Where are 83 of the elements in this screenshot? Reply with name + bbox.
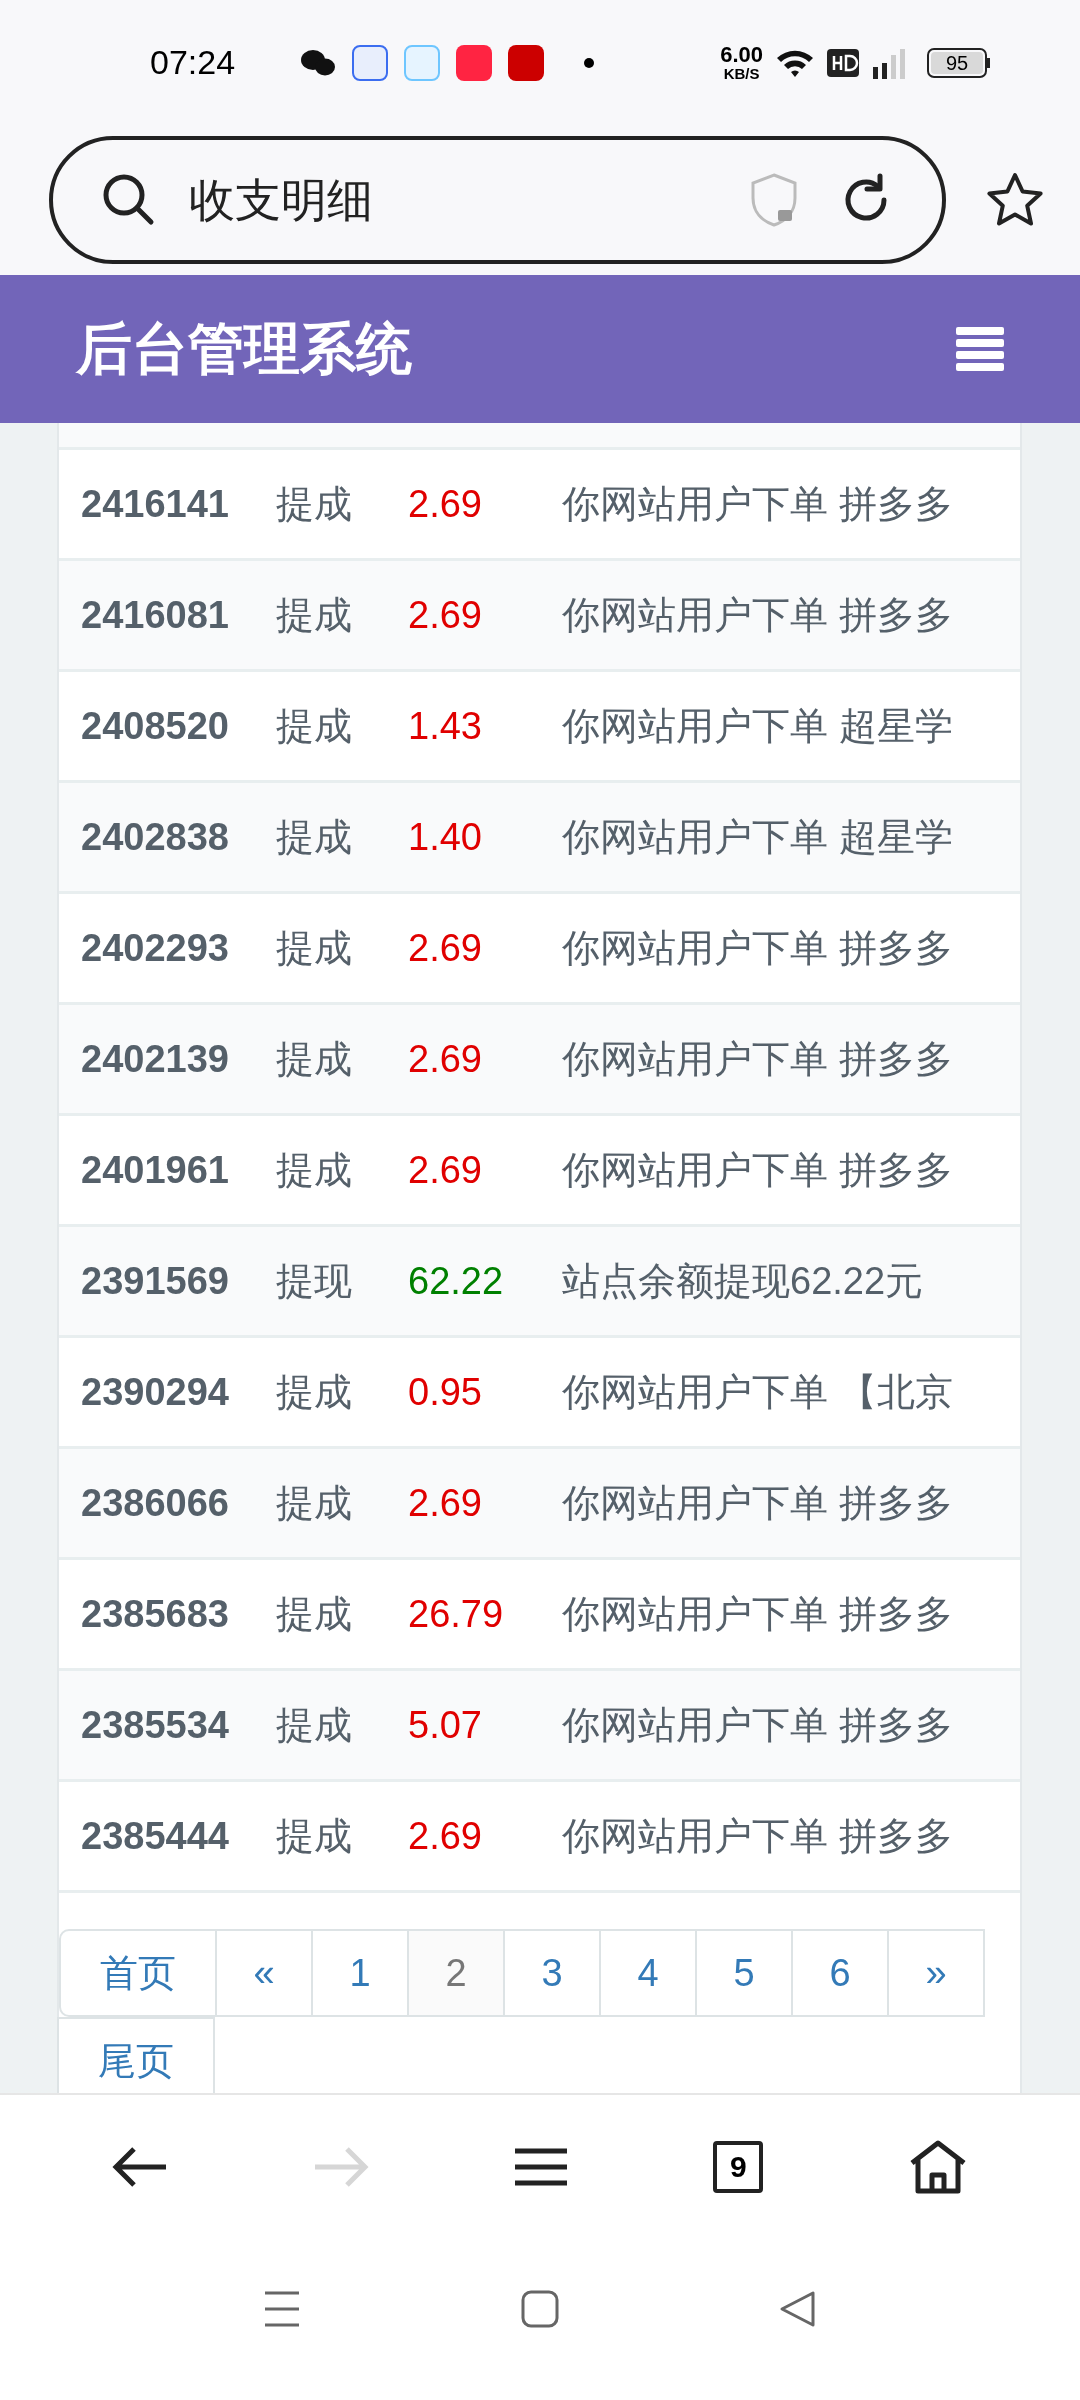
table-cell-text: 2.69: [408, 1147, 483, 1193]
app-icon: [404, 44, 440, 81]
table-cell-text: 提现: [276, 1258, 353, 1304]
chat-bubbles-icon: [300, 47, 336, 78]
table-cell-text: 你网站用户下单 拼多多: [562, 592, 953, 638]
table-cell-text: 你网站用户下单 拼多多: [562, 1591, 953, 1637]
table-cell-text: 你网站用户下单 【北京: [562, 1369, 953, 1415]
page-link[interactable]: 6: [791, 1929, 889, 2017]
app-icon: [352, 44, 388, 81]
table-cell-text: 2401961: [80, 1147, 230, 1193]
table-cell-text: 2402139: [80, 1036, 230, 1082]
page-link[interactable]: 1: [311, 1929, 409, 2017]
address-field[interactable]: 收支明细: [49, 136, 946, 264]
table-cell-text: 2385444: [80, 1813, 230, 1859]
battery-indicator: 95: [927, 47, 990, 78]
table-cell-text: 你网站用户下单 超星学: [562, 703, 953, 749]
table-cell-text: 26.79: [408, 1591, 505, 1637]
table-cell-text: 你网站用户下单 拼多多: [562, 1147, 953, 1193]
home-button-icon[interactable]: [521, 2290, 559, 2328]
table-cell-text: 提成: [276, 481, 353, 527]
page-link[interactable]: 2: [407, 1929, 505, 2017]
table-cell-text: 站点余额提现62.22元: [562, 1258, 924, 1304]
net-speed: 6.00: [720, 44, 763, 66]
table-cell-text: 2.69: [408, 1480, 483, 1526]
table-cell-text: 2.69: [408, 1036, 483, 1082]
back-icon[interactable]: [779, 2290, 817, 2328]
table-cell-text: 2402838: [80, 814, 230, 860]
table-cell-text: 62.22: [408, 1258, 505, 1304]
header-title: 后台管理系统: [76, 316, 412, 382]
table-cell-text: 2416141: [80, 481, 230, 527]
app-icon: [456, 44, 492, 81]
table-cell-text: 2.69: [408, 1813, 483, 1859]
tab-count-button[interactable]: 9: [713, 2140, 764, 2193]
table-cell-text: 2386066: [80, 1480, 230, 1526]
table-cell-text: 1.40: [408, 814, 483, 860]
table-cell-text: 2.69: [408, 925, 483, 971]
table-cell-text: 5.07: [408, 1702, 483, 1748]
table-cell-text: 2390294: [80, 1369, 230, 1415]
table-cell-text: 提成: [276, 925, 353, 971]
cell-signal-icon: [871, 46, 907, 79]
table-cell-text: 2.69: [408, 592, 483, 638]
table-cell-text: 2.69: [408, 481, 483, 527]
back-arrow-icon[interactable]: [112, 2144, 169, 2189]
recents-icon[interactable]: [263, 2291, 301, 2327]
table-cell-text: 2385534: [80, 1702, 230, 1748]
table-cell-text: 2416081: [80, 592, 230, 638]
table-cell-text: 提成: [276, 1147, 353, 1193]
page-link[interactable]: «: [215, 1929, 313, 2017]
table-cell-text: 0.95: [408, 1369, 483, 1415]
table-cell-text: 提成: [276, 1480, 353, 1526]
table-cell-text: 提成: [276, 1369, 353, 1415]
table-cell-text: 你网站用户下单 超星学: [562, 814, 953, 860]
hd-icon: [827, 48, 859, 77]
page-link[interactable]: 首页: [59, 1929, 217, 2017]
table-cell-text: 你网站用户下单 拼多多: [562, 1813, 953, 1859]
table-cell-text: 1.43: [408, 703, 483, 749]
table-cell-text: 提成: [276, 1036, 353, 1082]
table-cell-text: 2391569: [80, 1258, 230, 1304]
net-speed-unit: KB/S: [723, 66, 760, 81]
table-cell-text: 2408520: [80, 703, 230, 749]
page-link[interactable]: 尾页: [57, 2017, 215, 2093]
table-cell-text: 提成: [276, 703, 353, 749]
table-cell-text: 你网站用户下单 拼多多: [562, 925, 953, 971]
page-link[interactable]: »: [887, 1929, 985, 2017]
table-cell-text: 提成: [276, 592, 353, 638]
status-time: 07:24: [150, 42, 237, 83]
app-icon: [508, 44, 544, 81]
table-cell-text: 2402293: [80, 925, 230, 971]
star-icon[interactable]: [986, 172, 1044, 228]
address-text: 收支明细: [189, 172, 374, 228]
table-cell-text: 你网站用户下单 拼多多: [562, 1036, 953, 1082]
table-cell-text: 提成: [276, 814, 353, 860]
page-link[interactable]: 5: [695, 1929, 793, 2017]
table-cell-text: 你网站用户下单 拼多多: [562, 1702, 953, 1748]
table-cell-text: 提成: [276, 1813, 353, 1859]
table-cell-text: 你网站用户下单 拼多多: [562, 481, 953, 527]
table-cell-text: 提成: [276, 1702, 353, 1748]
menu-icon[interactable]: [512, 2146, 569, 2187]
page-link[interactable]: 3: [503, 1929, 601, 2017]
table-cell-text: 2385683: [80, 1591, 230, 1637]
table-cell-text: 提成: [276, 1591, 353, 1637]
page-link[interactable]: 4: [599, 1929, 697, 2017]
table-cell-text: 你网站用户下单 拼多多: [562, 1480, 953, 1526]
